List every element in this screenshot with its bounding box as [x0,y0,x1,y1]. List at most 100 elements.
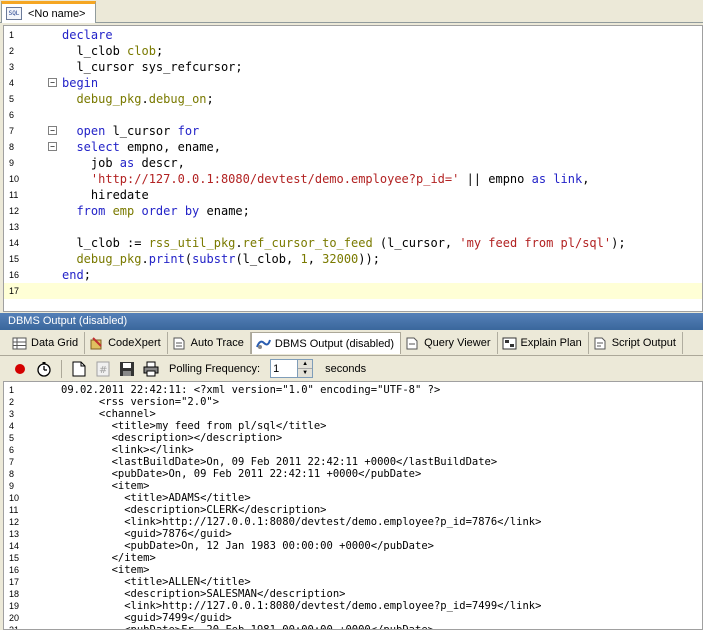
code-line[interactable]: 14 l_clob := rss_util_pkg.ref_cursor_to_… [4,235,702,251]
code-line[interactable]: 12 from emp order by ename; [4,203,702,219]
save-disk-icon [120,361,134,376]
code-text: debug_pkg.debug_on; [62,91,213,107]
wrap-button[interactable]: # [93,359,113,379]
fold-toggle-icon[interactable]: − [48,126,57,135]
code-line[interactable]: 8 − select empno, ename, [4,139,702,155]
new-button[interactable] [69,359,89,379]
grid-icon: # [96,361,110,376]
code-text: select empno, ename, [62,139,221,155]
code-text: hiredate [62,187,149,203]
code-line[interactable]: 10 'http://127.0.0.1:8080/devtest/demo.e… [4,171,702,187]
dbms-output-icon [255,337,271,350]
line-number: 21 [9,625,20,630]
code-token: 'my feed from pl/sql' [459,236,612,250]
code-token: . [141,252,149,266]
tab-dbms-output[interactable]: DBMS Output (disabled) [250,332,402,354]
line-number: 13 [9,529,20,539]
code-line[interactable]: 15 debug_pkg.print(substr(l_clob, 1, 320… [4,251,702,267]
tab-codexpert[interactable]: CodeXpert [85,332,168,354]
save-button[interactable] [117,359,137,379]
spinner-down-icon[interactable]: ▼ [298,368,313,377]
sql-editor[interactable]: 1 declare 2 l_clob clob; 3 l_cursor sys_ref… [3,25,703,312]
code-token: ename; [206,204,250,218]
output-line: 5 <description></description> [4,432,702,444]
dbms-output-text[interactable]: 1 09.02.2011 22:42:11: <?xml version="1.0… [3,381,703,630]
code-line[interactable]: 11 hiredate [4,187,702,203]
tab-label: DBMS Output (disabled) [274,337,395,350]
output-text: <title>my feed from pl/sql</title> [61,420,327,432]
editor-tab[interactable]: SQL <No name> [1,1,96,23]
fold-toggle-icon[interactable]: − [48,142,57,151]
code-line[interactable]: 6 [4,107,702,123]
line-number: 16 [9,565,20,575]
code-text: debug_pkg.print(substr(l_clob, 1, 32000)… [62,251,380,267]
code-line[interactable]: 9 job as descr, [4,155,702,171]
tab-explain-plan[interactable]: Explain Plan [498,332,589,354]
output-text: <rss version="2.0"> [61,396,220,408]
spinner-up-icon[interactable]: ▲ [298,360,312,368]
code-line[interactable]: 7 − open l_cursor for [4,123,702,139]
record-button[interactable] [10,359,30,379]
output-line: 4 <title>my feed from pl/sql</title> [4,420,702,432]
line-number: 7 [9,126,15,136]
output-line: 11 <description>CLERK</description> [4,504,702,516]
timer-button[interactable] [34,359,54,379]
code-text: declare [62,27,113,43]
code-line[interactable]: 13 [4,219,702,235]
code-token: job [62,156,120,170]
polling-frequency-input[interactable] [270,359,299,378]
output-text: <link>http://127.0.0.1:8080/devtest/demo… [61,600,542,612]
line-number: 2 [9,397,15,407]
line-number: 4 [9,421,15,431]
code-line[interactable]: 2 l_clob clob; [4,43,702,59]
code-token: debug_pkg [62,92,142,106]
tab-auto-trace[interactable]: Auto Trace [168,332,251,354]
line-number: 13 [9,222,20,232]
polling-frequency-spinner[interactable]: ▲ ▼ [270,359,314,378]
output-line: 14 <pubDate>On, 12 Jan 1983 00:00:00 +00… [4,540,702,552]
tab-query-viewer[interactable]: Query Viewer [401,332,498,354]
code-token: . [141,92,149,106]
code-token: emp [112,204,142,218]
code-token: 32000 [322,252,359,266]
line-number: 10 [9,174,20,184]
code-text: begin [62,75,98,91]
code-line[interactable]: 3 l_cursor sys_refcursor; [4,59,702,75]
code-text: l_cursor sys_refcursor; [62,59,243,75]
code-text: end; [62,267,91,283]
line-number: 11 [9,190,19,200]
tab-label: Data Grid [31,337,79,349]
tab-label: Explain Plan [520,337,582,349]
code-line[interactable]: 16 end; [4,267,702,283]
fold-toggle-icon[interactable]: − [48,78,57,87]
explain-plan-icon [502,337,517,350]
code-token: for [177,124,200,138]
tab-script-output[interactable]: Script Output [589,332,683,354]
code-line[interactable]: 1 declare [4,27,702,43]
code-token: (l_cursor, [372,236,460,250]
line-number: 11 [9,505,19,515]
code-line[interactable]: 5 debug_pkg.debug_on; [4,91,702,107]
code-token: , [307,252,323,266]
new-document-icon [72,361,86,376]
line-number: 14 [9,541,20,551]
spinner-arrows[interactable]: ▲ ▼ [298,359,314,378]
code-text: from emp order by ename; [62,203,250,219]
line-number: 18 [9,589,20,599]
toolbar-separator [61,359,62,378]
output-text: <link>http://127.0.0.1:8080/devtest/demo… [61,516,542,528]
editor-tab-label: <No name> [28,7,86,20]
code-line[interactable]: 17 [4,283,702,299]
code-text: l_clob := rss_util_pkg.ref_cursor_to_fee… [62,235,625,251]
sql-file-icon: SQL [6,7,22,20]
code-token: l_cursor sys_refcursor; [62,60,243,74]
tab-data-grid[interactable]: Data Grid [8,332,86,354]
line-number: 8 [9,142,15,152]
print-button[interactable] [141,359,161,379]
code-token: . [235,236,243,250]
code-token: open [62,124,113,138]
output-line: 21 <pubDate>Fr, 20 Feb 1981 00:00:00 +00… [4,624,702,630]
code-token: debug_on [148,92,207,106]
code-line[interactable]: 4 − begin [4,75,702,91]
output-text: <guid>7876</guid> [61,528,232,540]
